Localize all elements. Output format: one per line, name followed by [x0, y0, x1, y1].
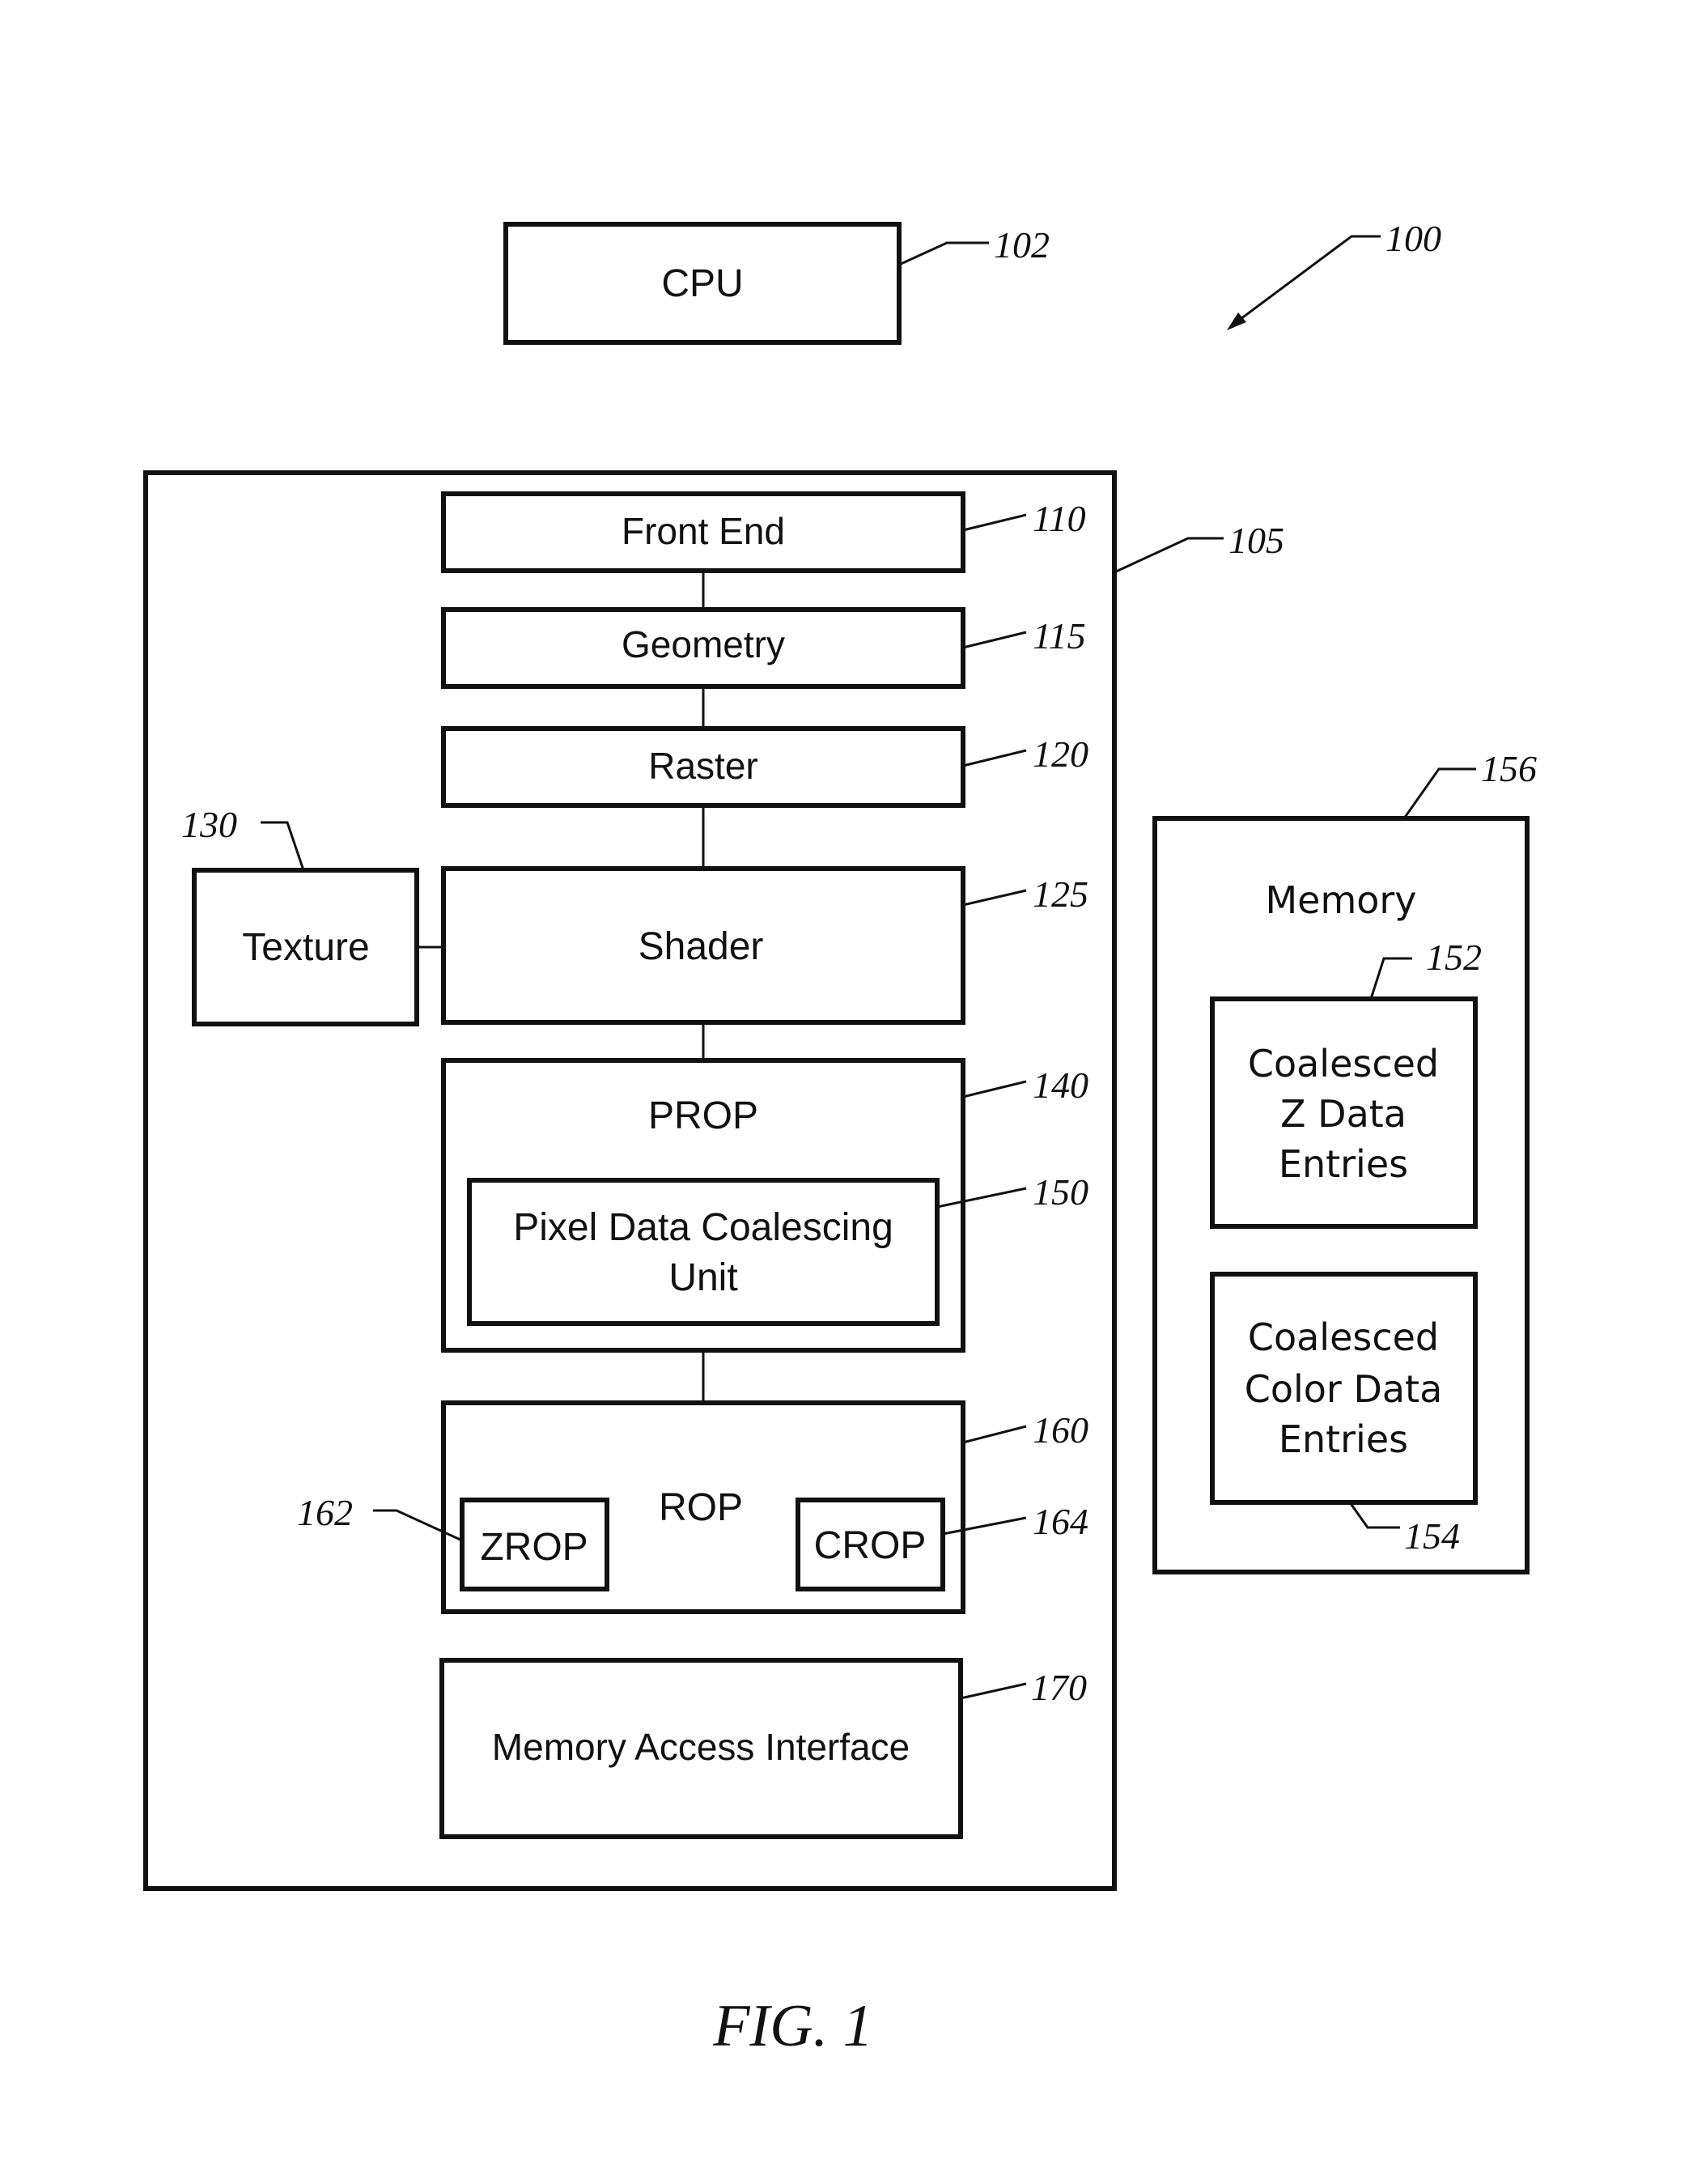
memory-block: Memory 156 Coalesced Z Data Entries 152 … — [1152, 748, 1537, 1574]
memory-label: Memory — [1265, 878, 1416, 922]
crop-label: CROP — [814, 1524, 927, 1567]
texture-label: Texture — [242, 926, 369, 969]
zrop-ref: 162 — [297, 1492, 353, 1533]
geometry-label: Geometry — [622, 623, 785, 665]
color-entries-line2: Color Data — [1245, 1367, 1443, 1411]
system-ref-label: 100 — [1385, 218, 1441, 259]
raster-label: Raster — [648, 745, 757, 787]
color-entries-line1: Coalesced — [1248, 1315, 1439, 1359]
color-entries-line3: Entries — [1279, 1417, 1408, 1461]
memory-ref: 156 — [1481, 748, 1537, 789]
rop-ref: 160 — [1033, 1409, 1088, 1451]
z-entries-ref: 152 — [1426, 937, 1482, 978]
cpu-ref: 102 — [994, 224, 1050, 266]
z-entries-line3: Entries — [1279, 1142, 1408, 1186]
gpu-ref: 105 — [1228, 520, 1284, 561]
cpu-leader — [898, 241, 989, 266]
zrop-label: ZROP — [480, 1526, 588, 1569]
gpu-leader — [1114, 537, 1224, 574]
memory-leader — [1402, 767, 1476, 819]
arrowhead-icon — [1227, 312, 1246, 330]
prop-ref: 140 — [1033, 1064, 1088, 1106]
figure-caption: FIG. 1 — [712, 1993, 872, 2059]
raster-ref: 120 — [1033, 733, 1088, 775]
texture-ref: 130 — [181, 804, 237, 845]
shader-label: Shader — [639, 925, 764, 968]
front-end-ref: 110 — [1033, 498, 1086, 539]
system-arrow-leader — [1233, 235, 1381, 325]
shader-ref: 125 — [1033, 873, 1088, 915]
coalescing-unit-label-line1: Pixel Data Coalescing — [513, 1206, 893, 1249]
color-entries-ref: 154 — [1404, 1515, 1460, 1557]
geometry-ref: 115 — [1033, 615, 1086, 656]
prop-label: PROP — [648, 1094, 758, 1137]
coalescing-unit-label-line2: Unit — [668, 1256, 737, 1299]
cpu-label: CPU — [661, 262, 743, 305]
system-reference: 100 — [1227, 218, 1441, 330]
front-end-label: Front End — [622, 510, 785, 552]
cpu-block: CPU 102 — [503, 222, 1050, 345]
z-entries-line2: Z Data — [1280, 1092, 1407, 1136]
block-diagram: 100 CPU 102 105 Front End 110 Geometry 1… — [143, 218, 1537, 2059]
memory-access-interface-label: Memory Access Interface — [492, 1726, 910, 1768]
rop-label: ROP — [659, 1486, 743, 1529]
coalescing-unit-box — [467, 1178, 940, 1326]
memory-access-interface-ref: 170 — [1031, 1667, 1087, 1708]
crop-ref: 164 — [1033, 1501, 1088, 1542]
coalescing-unit-ref: 150 — [1033, 1171, 1088, 1213]
z-entries-line1: Coalesced — [1248, 1042, 1439, 1086]
